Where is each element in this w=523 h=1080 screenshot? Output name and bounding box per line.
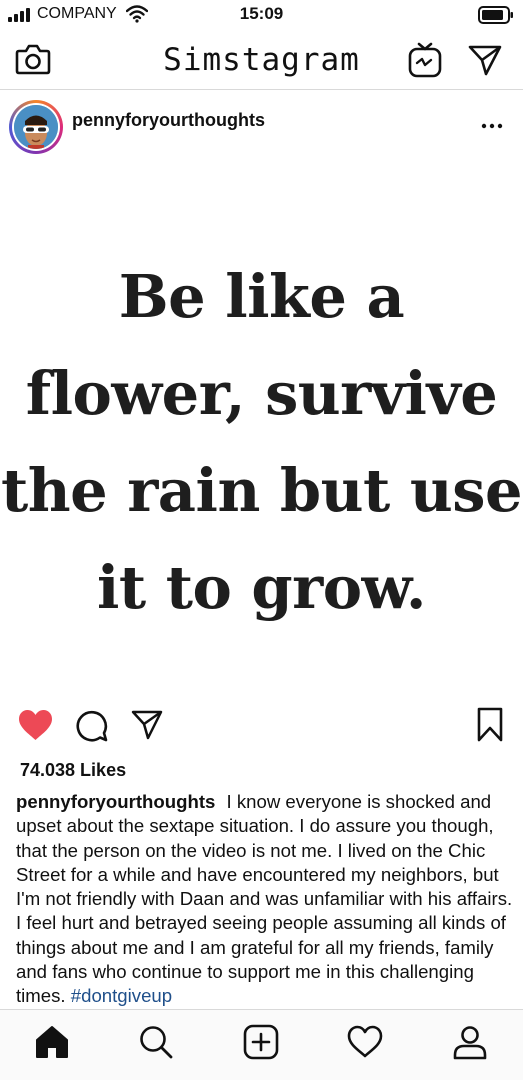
share-icon[interactable]: [130, 709, 164, 741]
status-bar: COMPANY 15:09: [0, 0, 523, 30]
status-time: 15:09: [239, 4, 284, 23]
bookmark-icon[interactable]: [476, 707, 504, 743]
avatar-image: [14, 105, 58, 149]
direct-message-icon[interactable]: [467, 43, 503, 77]
home-icon[interactable]: [34, 1024, 70, 1060]
caption-text: I know everyone is shocked and upset abo…: [16, 791, 513, 1007]
bottom-tab-bar: [0, 1009, 523, 1080]
post-image[interactable]: Be like a flower, survive the rain but u…: [0, 160, 523, 700]
battery-icon: [478, 6, 513, 24]
post-caption: pennyforyourthoughts I know everyone is …: [16, 790, 521, 1009]
search-icon[interactable]: [138, 1024, 174, 1060]
profile-icon[interactable]: [452, 1024, 488, 1060]
like-heart-icon[interactable]: [17, 708, 54, 742]
activity-icon[interactable]: [347, 1024, 383, 1060]
like-count[interactable]: 74.038 Likes: [20, 760, 126, 781]
post-actions: [0, 700, 523, 752]
caption-username[interactable]: pennyforyourthoughts: [16, 791, 215, 812]
quote-line: Be like a: [118, 262, 405, 331]
more-options-icon[interactable]: [481, 122, 503, 130]
quote-line: flower, survive: [25, 359, 498, 428]
post-username[interactable]: pennyforyourthoughts: [72, 110, 265, 131]
comment-icon[interactable]: [75, 709, 109, 743]
avatar[interactable]: [9, 100, 63, 154]
app-header: Simstagram: [0, 30, 523, 90]
app-title: Simstagram: [163, 42, 360, 78]
quote-line: it to grow.: [97, 553, 426, 622]
caption-hashtag[interactable]: #dontgiveup: [71, 985, 172, 1006]
new-post-icon[interactable]: [243, 1024, 279, 1060]
quote-text: Be like a flower, survive the rain but u…: [0, 248, 523, 636]
post-header: pennyforyourthoughts: [0, 90, 523, 160]
igtv-icon[interactable]: [408, 42, 442, 78]
quote-line: the rain but use: [1, 456, 522, 525]
